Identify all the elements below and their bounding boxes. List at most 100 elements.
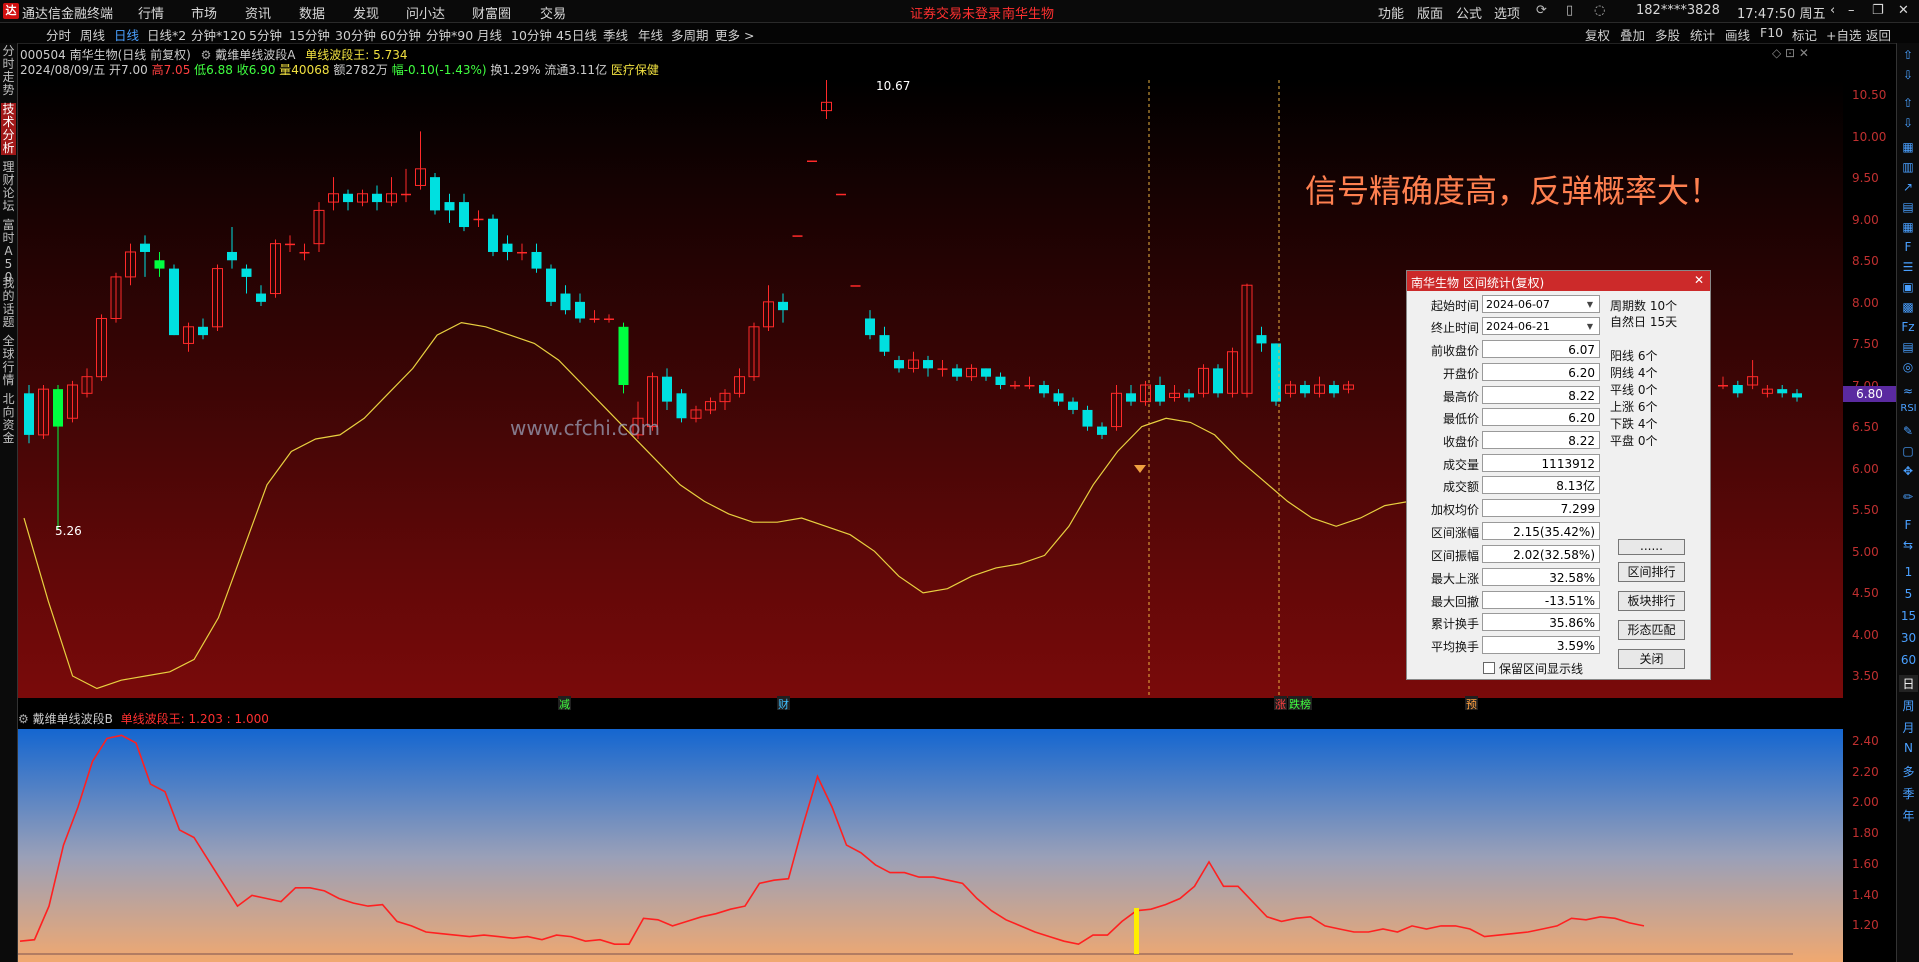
menu-hangqing[interactable]: 行情 <box>138 3 164 22</box>
doc-icon[interactable]: ▤ <box>1900 339 1916 355</box>
indicator-gear-icon[interactable]: ⚙ <box>201 48 212 62</box>
sector-rank-button[interactable]: 板块排行 <box>1618 591 1685 611</box>
period-60min[interactable]: 60分钟 <box>380 25 421 44</box>
tab-topic[interactable]: 我的话题 <box>1 277 16 329</box>
menu-faxian[interactable]: 发现 <box>353 3 379 22</box>
rsi-button[interactable]: RSI <box>1899 403 1918 414</box>
period-15min[interactable]: 15分钟 <box>289 25 330 44</box>
menu-zixun[interactable]: 资讯 <box>245 3 271 22</box>
back-arrow-icon[interactable]: ‹ <box>1830 3 1835 18</box>
period-5min[interactable]: 5分钟 <box>249 25 282 44</box>
period-10min[interactable]: 10分钟 <box>511 25 552 44</box>
period-ji[interactable]: 季 <box>1899 785 1918 802</box>
account-id[interactable]: 182****3828 <box>1636 3 1720 18</box>
indicator-a-name[interactable]: 戴维单线波段A <box>215 48 295 62</box>
period-min-120[interactable]: 分钟*120 <box>191 25 246 44</box>
restore-icon[interactable]: ❐ <box>1872 3 1884 18</box>
sub-gear-icon[interactable]: ⚙ <box>18 712 29 726</box>
period-fenshi[interactable]: 分时 <box>46 25 71 44</box>
tool-huaxian[interactable]: 画线 <box>1725 25 1750 44</box>
keep-line-checkbox[interactable] <box>1483 662 1495 674</box>
tool-duogu[interactable]: 多股 <box>1655 25 1680 44</box>
interval-rank-button[interactable]: 区间排行 <box>1618 562 1685 582</box>
menu-caifuquan[interactable]: 财富圈 <box>472 3 511 22</box>
period-45day[interactable]: 45日线 <box>556 25 597 44</box>
bar-sector[interactable]: 医疗保健 <box>611 63 659 77</box>
menu-gongneng[interactable]: 功能 <box>1378 3 1404 22</box>
trade-login-notice[interactable]: 证券交易未登录 <box>910 3 1001 22</box>
end-date-dropdown-icon[interactable]: ▼ <box>1583 320 1597 334</box>
start-date-dropdown-icon[interactable]: ▼ <box>1583 298 1597 312</box>
menu-gongshi[interactable]: 公式 <box>1456 3 1482 22</box>
sub-indicator-name[interactable]: 戴维单线波段B <box>33 712 113 726</box>
period-30[interactable]: 30 <box>1899 631 1918 645</box>
menu-shuju[interactable]: 数据 <box>299 3 325 22</box>
menu-xuanxiang[interactable]: 选项 <box>1494 3 1520 22</box>
period-5[interactable]: 5 <box>1899 587 1918 601</box>
note-icon[interactable]: ✎ <box>1900 423 1916 439</box>
period-30min[interactable]: 30分钟 <box>335 25 376 44</box>
period-zhou[interactable]: 周 <box>1899 697 1918 714</box>
menu-jiaoyi[interactable]: 交易 <box>540 3 566 22</box>
arrow-down-alt-icon[interactable]: ⇩ <box>1900 115 1916 131</box>
pattern-match-button[interactable]: 形态匹配 <box>1618 620 1685 640</box>
period-n[interactable]: N <box>1899 741 1918 755</box>
table-icon[interactable]: ▦ <box>1900 219 1916 235</box>
period-season[interactable]: 季线 <box>603 25 628 44</box>
layout-icon[interactable]: ▣ <box>1900 279 1916 295</box>
fz-icon[interactable]: Fz <box>1900 319 1916 335</box>
bars-icon[interactable]: ▥ <box>1900 159 1916 175</box>
period-multi[interactable]: 多周期 <box>671 25 709 44</box>
tab-ftsea50[interactable]: 富时A50 <box>1 219 16 284</box>
close-icon[interactable]: ✕ <box>1898 3 1909 18</box>
square-icon[interactable]: ▢ <box>1900 443 1916 459</box>
period-1[interactable]: 1 <box>1899 565 1918 579</box>
f5-icon[interactable]: F <box>1900 517 1916 533</box>
move-icon[interactable]: ✥ <box>1900 463 1916 479</box>
period-year[interactable]: 年线 <box>638 25 663 44</box>
phone-icon[interactable]: ▯ <box>1566 3 1573 18</box>
list-icon[interactable]: ☰ <box>1900 259 1916 275</box>
user-icon[interactable]: ◌ <box>1594 3 1605 18</box>
tool-fuquan[interactable]: 复权 <box>1585 25 1610 44</box>
period-nian[interactable]: 年 <box>1899 807 1918 824</box>
f-icon[interactable]: F <box>1900 239 1916 255</box>
tab-global[interactable]: 全球行情 <box>1 335 16 387</box>
tab-licai[interactable]: 理财论坛 <box>1 161 16 213</box>
period-week[interactable]: 周线 <box>80 25 105 44</box>
period-day[interactable]: 日线 <box>114 25 139 44</box>
period-15[interactable]: 15 <box>1899 609 1918 623</box>
tool-tongji[interactable]: 统计 <box>1690 25 1715 44</box>
tab-jishu[interactable]: 技术分析 <box>1 103 16 155</box>
wave-icon[interactable]: ≈ <box>1900 383 1916 399</box>
period-more[interactable]: 更多 > <box>715 25 754 44</box>
period-yue[interactable]: 月 <box>1899 719 1918 736</box>
arrow-down-icon[interactable]: ⇩ <box>1900 67 1916 83</box>
pen-icon[interactable]: ✏ <box>1900 489 1916 505</box>
dialog-titlebar[interactable]: 南华生物 区间统计(复权) ✕ <box>1407 271 1710 291</box>
tab-fenshi[interactable]: 分时走势 <box>1 45 16 97</box>
more-button[interactable]: ...... <box>1618 539 1685 555</box>
chart-icon[interactable]: ▤ <box>1900 199 1916 215</box>
minimize-icon[interactable]: – <box>1848 3 1855 18</box>
period-60[interactable]: 60 <box>1899 653 1918 667</box>
refresh-icon[interactable]: ⟳ <box>1536 3 1547 18</box>
sub-indicator-chart[interactable] <box>18 729 1843 962</box>
circle-icon[interactable]: ◎ <box>1900 359 1916 375</box>
grid-icon[interactable]: ▦ <box>1900 139 1916 155</box>
period-duo[interactable]: 多 <box>1899 763 1918 780</box>
arrow-up-icon[interactable]: ⇧ <box>1900 47 1916 63</box>
chart-options-icons[interactable]: ◇ ⊡ ✕ <box>1772 46 1809 60</box>
tool-biaoji[interactable]: 标记 <box>1792 25 1817 44</box>
tab-northbound[interactable]: 北向资金 <box>1 393 16 445</box>
period-ri[interactable]: 日 <box>1899 675 1918 692</box>
tool-add-watchlist[interactable]: +自选 <box>1826 25 1861 44</box>
arrow-up-alt-icon[interactable]: ⇧ <box>1900 95 1916 111</box>
menu-wenxiaoda[interactable]: 问小达 <box>406 3 445 22</box>
period-month[interactable]: 月线 <box>477 25 502 44</box>
period-day-x2[interactable]: 日线*2 <box>147 25 186 44</box>
tool-f10[interactable]: F10 <box>1760 25 1783 40</box>
menu-banmian[interactable]: 版面 <box>1417 3 1443 22</box>
tool-diejia[interactable]: 叠加 <box>1620 25 1645 44</box>
close-button[interactable]: 关闭 <box>1618 649 1685 669</box>
